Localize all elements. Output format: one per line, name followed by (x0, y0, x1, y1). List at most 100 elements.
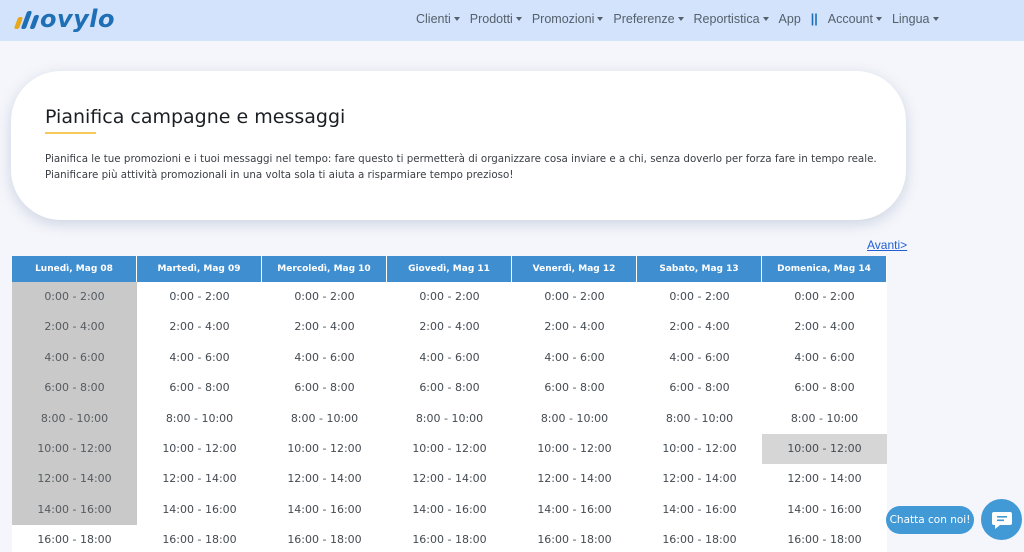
brand-name: ovylo (40, 5, 115, 33)
time-slot[interactable]: 10:00 - 12:00 (387, 433, 512, 465)
time-slot[interactable]: 2:00 - 4:00 (762, 312, 887, 343)
title-underline (45, 132, 96, 134)
time-slot[interactable]: 12:00 - 14:00 (137, 464, 262, 495)
time-slot[interactable]: 10:00 - 12:00 (137, 433, 262, 465)
time-slot[interactable]: 2:00 - 4:00 (262, 312, 387, 343)
time-slot[interactable]: 4:00 - 6:00 (262, 342, 387, 374)
time-slot[interactable]: 14:00 - 16:00 (762, 494, 887, 526)
day-header: Martedì, Mag 09 (137, 256, 262, 282)
time-slot[interactable]: 16:00 - 18:00 (12, 525, 137, 552)
time-slot[interactable]: 0:00 - 2:00 (262, 282, 387, 313)
next-week-link[interactable]: Avanti> (867, 238, 907, 252)
time-slot[interactable]: 6:00 - 8:00 (762, 373, 887, 404)
nav-preferenze[interactable]: Preferenze (613, 12, 684, 26)
time-slot[interactable]: 2:00 - 4:00 (137, 312, 262, 343)
time-slot[interactable]: 2:00 - 4:00 (512, 312, 637, 343)
time-slot[interactable]: 0:00 - 2:00 (387, 282, 512, 313)
time-slot[interactable]: 10:00 - 12:00 (762, 433, 887, 465)
time-slot[interactable]: 12:00 - 14:00 (762, 464, 887, 495)
time-slot[interactable]: 12:00 - 14:00 (637, 464, 762, 495)
time-slot[interactable]: 8:00 - 10:00 (387, 403, 512, 434)
time-slot[interactable]: 10:00 - 12:00 (262, 433, 387, 465)
nav-item-label: App (778, 12, 801, 26)
day-column: Giovedì, Mag 11 0:00 - 2:00 2:00 - 4:00 4:0… (387, 256, 512, 552)
brand-logo[interactable]: ovylo (13, 5, 115, 33)
time-slot: 14:00 - 16:00 (12, 494, 137, 526)
time-slot[interactable]: 10:00 - 12:00 (512, 433, 637, 465)
caret-down-icon (677, 17, 684, 21)
nav-app[interactable]: App (779, 12, 801, 26)
top-navbar: ovylo Clienti Prodotti Promozioni Preferenz… (0, 0, 1024, 41)
nav-reportistica[interactable]: Reportistica (694, 12, 769, 26)
page-description: Pianifica le tue promozioni e i tuoi mes… (45, 153, 877, 181)
caret-down-icon (875, 17, 882, 21)
time-slot[interactable]: 6:00 - 8:00 (262, 373, 387, 404)
time-slot[interactable]: 16:00 - 18:00 (137, 525, 262, 552)
chat-icon (991, 511, 1012, 529)
nav-item-label: Preferenze (613, 12, 675, 26)
chat-button[interactable] (981, 499, 1022, 540)
time-slot[interactable]: 14:00 - 16:00 (512, 494, 637, 526)
nav-promozioni[interactable]: Promozioni (532, 12, 604, 26)
time-slot[interactable]: 16:00 - 18:00 (262, 525, 387, 552)
time-slot[interactable]: 0:00 - 2:00 (512, 282, 637, 313)
chat-label-button[interactable]: Chatta con noi! (886, 506, 974, 534)
day-column: Mercoledì, Mag 10 0:00 - 2:00 2:00 - 4:00 4… (262, 256, 387, 552)
time-slot[interactable]: 14:00 - 16:00 (387, 494, 512, 526)
day-header: Venerdì, Mag 12 (512, 256, 637, 282)
time-slot[interactable]: 0:00 - 2:00 (137, 282, 262, 313)
nav-item-label: Clienti (416, 12, 451, 26)
time-slot: 10:00 - 12:00 (12, 433, 137, 465)
time-slot[interactable]: 12:00 - 14:00 (387, 464, 512, 495)
time-slot[interactable]: 2:00 - 4:00 (387, 312, 512, 343)
time-slot[interactable]: 6:00 - 8:00 (387, 373, 512, 404)
nav-item-label: Prodotti (469, 12, 513, 26)
time-slot: 2:00 - 4:00 (12, 312, 137, 343)
time-slot[interactable]: 8:00 - 10:00 (762, 403, 887, 434)
time-slot[interactable]: 12:00 - 14:00 (512, 464, 637, 495)
time-slot[interactable]: 4:00 - 6:00 (512, 342, 637, 374)
time-slot[interactable]: 16:00 - 18:00 (762, 525, 887, 552)
caret-down-icon (932, 17, 939, 21)
time-slot[interactable]: 8:00 - 10:00 (637, 403, 762, 434)
time-slot[interactable]: 0:00 - 2:00 (637, 282, 762, 313)
time-slot[interactable]: 16:00 - 18:00 (512, 525, 637, 552)
time-slot[interactable]: 4:00 - 6:00 (637, 342, 762, 374)
day-column: Venerdì, Mag 12 0:00 - 2:00 2:00 - 4:00 4:0… (512, 256, 637, 552)
time-slot[interactable]: 16:00 - 18:00 (637, 525, 762, 552)
time-slot[interactable]: 6:00 - 8:00 (137, 373, 262, 404)
time-slot: 12:00 - 14:00 (12, 464, 137, 495)
day-header: Giovedì, Mag 11 (387, 256, 512, 282)
nav-clienti[interactable]: Clienti (416, 12, 460, 26)
day-column: Martedì, Mag 09 0:00 - 2:00 2:00 - 4:00 4:0… (137, 256, 262, 552)
time-slot[interactable]: 12:00 - 14:00 (262, 464, 387, 495)
page-title: Pianifica campagne e messaggi (45, 106, 346, 128)
main-menu: Clienti Prodotti Promozioni Preferenze Repor… (416, 12, 949, 26)
caret-down-icon (515, 17, 522, 21)
time-slot[interactable]: 14:00 - 16:00 (262, 494, 387, 526)
time-slot[interactable]: 6:00 - 8:00 (512, 373, 637, 404)
nav-prodotti[interactable]: Prodotti (470, 12, 522, 26)
time-slot[interactable]: 6:00 - 8:00 (637, 373, 762, 404)
time-slot[interactable]: 8:00 - 10:00 (512, 403, 637, 434)
time-slot[interactable]: 10:00 - 12:00 (637, 433, 762, 465)
time-slot[interactable]: 16:00 - 18:00 (387, 525, 512, 552)
time-slot[interactable]: 8:00 - 10:00 (137, 403, 262, 434)
time-slot[interactable]: 4:00 - 6:00 (387, 342, 512, 374)
time-slot[interactable]: 14:00 - 16:00 (637, 494, 762, 526)
day-column: Sabato, Mag 13 0:00 - 2:00 2:00 - 4:00 4:00… (637, 256, 762, 552)
caret-down-icon (453, 17, 460, 21)
time-slot[interactable]: 4:00 - 6:00 (762, 342, 887, 374)
day-header: Sabato, Mag 13 (637, 256, 762, 282)
time-slot[interactable]: 14:00 - 16:00 (137, 494, 262, 526)
nav-lingua[interactable]: Lingua (892, 12, 939, 26)
time-slot[interactable]: 4:00 - 6:00 (137, 342, 262, 374)
nav-item-label: Lingua (891, 12, 930, 26)
nav-item-label: Promozioni (531, 12, 595, 26)
time-slot: 8:00 - 10:00 (12, 403, 137, 434)
time-slot[interactable]: 8:00 - 10:00 (262, 403, 387, 434)
time-slot[interactable]: 2:00 - 4:00 (637, 312, 762, 343)
time-slot[interactable]: 0:00 - 2:00 (762, 282, 887, 313)
nav-account[interactable]: Account (828, 12, 882, 26)
logo-mark-icon (13, 7, 40, 31)
